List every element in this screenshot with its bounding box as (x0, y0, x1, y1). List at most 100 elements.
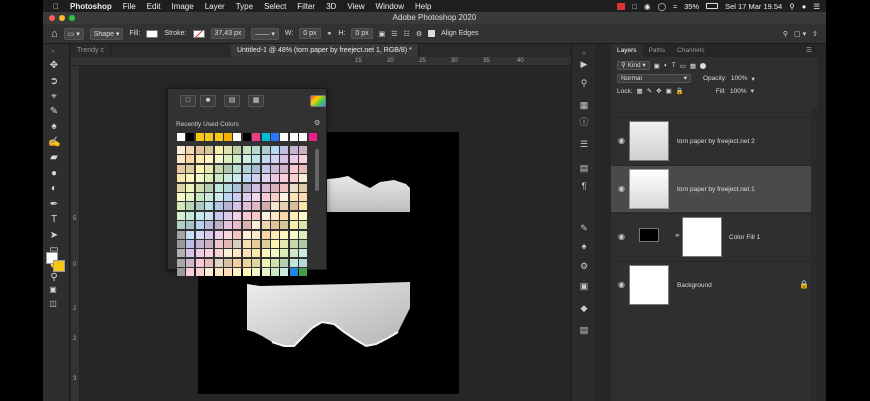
path-alignment-icon[interactable]: ☰ (391, 30, 397, 38)
recent-swatch[interactable] (205, 133, 214, 141)
palette-swatch[interactable] (280, 211, 289, 220)
palette-swatch[interactable] (252, 193, 261, 201)
palette-swatch[interactable] (195, 221, 204, 230)
palette-swatch[interactable] (261, 155, 270, 164)
palette-swatch[interactable] (214, 268, 223, 277)
palette-swatch[interactable] (242, 211, 251, 220)
recent-swatch[interactable] (233, 133, 242, 141)
stroke-swatch[interactable] (192, 29, 205, 38)
tab-trendy[interactable]: Trendy c (71, 44, 111, 57)
palette-swatch[interactable] (242, 221, 251, 230)
palette-swatch[interactable] (252, 268, 261, 277)
palette-swatch[interactable] (289, 230, 298, 239)
menu-extra-icon-3[interactable]: ◯ (658, 2, 666, 11)
palette-swatch[interactable] (186, 268, 195, 277)
palette-swatch[interactable] (261, 202, 270, 211)
palette-swatch[interactable] (261, 146, 270, 154)
palette-swatch[interactable] (186, 155, 195, 164)
kind-filter-select[interactable]: ⚲ Kind ▾ (617, 61, 650, 70)
apple-icon[interactable]:  (53, 2, 59, 11)
palette-swatch[interactable] (271, 202, 279, 211)
palette-swatch[interactable] (252, 211, 261, 220)
palette-swatch[interactable] (280, 146, 289, 154)
link-icon[interactable]: ⚭ (327, 30, 333, 38)
eraser-tool-icon[interactable]: ▰ (48, 152, 60, 164)
palette-swatch[interactable] (177, 193, 185, 201)
palette-swatch[interactable] (242, 146, 251, 154)
history-brush-tool-icon[interactable]: ✍ (48, 137, 60, 149)
palette-swatch[interactable] (177, 174, 185, 183)
palette-swatch[interactable] (261, 174, 270, 183)
palette-swatch[interactable] (233, 268, 242, 277)
palette-swatch[interactable] (233, 202, 242, 211)
quick-mask-icon[interactable]: ▣ (47, 284, 59, 296)
menu-edit[interactable]: Edit (147, 2, 161, 11)
menu-extra-icon-2[interactable]: ◉ (644, 2, 651, 11)
pen-tool-icon[interactable]: ✒ (48, 199, 60, 211)
layer-name[interactable]: torn paper by freeject.net 1 (677, 186, 755, 193)
palette-swatch[interactable] (280, 202, 289, 211)
fill-chevron-icon[interactable]: ▾ (751, 87, 754, 95)
lock-pixels-icon[interactable]: ✎ (647, 87, 652, 95)
palette-swatch[interactable] (195, 249, 204, 258)
blend-mode-select[interactable]: Normal ▾ (617, 74, 691, 83)
filter-adjustment-icon[interactable]: ◐ (664, 62, 668, 69)
palette-swatch[interactable] (177, 164, 185, 173)
palette-swatch[interactable] (242, 240, 251, 248)
palette-swatch[interactable] (299, 211, 308, 220)
palette-swatch[interactable] (177, 183, 185, 192)
palette-swatch[interactable] (195, 230, 204, 239)
palette-swatch[interactable] (252, 202, 261, 211)
palette-swatch[interactable] (233, 240, 242, 248)
align-edges-checkbox[interactable] (428, 30, 436, 37)
shape-mode-select[interactable]: Shape ▾ (89, 27, 124, 40)
clone-stamp-tool-icon[interactable]: ♠ (48, 121, 60, 133)
palette-swatch[interactable] (224, 230, 232, 239)
palette-swatch[interactable] (224, 211, 232, 220)
palette-swatch[interactable] (289, 240, 298, 248)
width-field[interactable]: 0 px (299, 28, 321, 39)
filter-pixel-icon[interactable]: ▣ (654, 62, 660, 70)
palette-swatch[interactable] (280, 221, 289, 230)
palette-swatch[interactable] (261, 221, 270, 230)
background-color[interactable] (53, 260, 65, 272)
palette-swatch[interactable] (242, 164, 251, 173)
info-panel-icon[interactable]: ⓘ (578, 116, 590, 128)
settings-gear-icon[interactable]: ⚙ (416, 30, 422, 38)
menu-extra-icon[interactable]: □ (632, 2, 637, 11)
palette-swatch[interactable] (195, 164, 204, 173)
recent-swatch[interactable] (214, 133, 223, 141)
palette-swatch[interactable] (280, 230, 289, 239)
palette-swatch[interactable] (271, 146, 279, 154)
recent-swatch[interactable] (224, 133, 232, 141)
palette-swatch[interactable] (252, 249, 261, 258)
menu-list-icon[interactable]: ☰ (813, 2, 820, 11)
palette-swatch[interactable] (271, 230, 279, 239)
menu-3d[interactable]: 3D (326, 2, 336, 11)
palette-swatch[interactable] (261, 230, 270, 239)
tab-untitled[interactable]: Untitled-1 @ 48% (torn paper by freeject… (230, 44, 419, 57)
palette-swatch[interactable] (177, 202, 185, 211)
swatch-settings-gear-icon[interactable]: ⚙ (314, 119, 320, 127)
palette-swatch[interactable] (177, 258, 185, 267)
layer-name[interactable]: Background (677, 282, 712, 289)
learn-panel-icon[interactable]: ⚲ (578, 77, 590, 89)
palette-swatch[interactable] (186, 230, 195, 239)
palette-swatch[interactable] (280, 183, 289, 192)
palette-swatch[interactable] (186, 258, 195, 267)
palette-swatch[interactable] (261, 249, 270, 258)
palette-swatch[interactable] (214, 174, 223, 183)
palette-swatch[interactable] (195, 268, 204, 277)
palette-swatch[interactable] (252, 240, 261, 248)
palette-swatch[interactable] (195, 240, 204, 248)
zoom-window-button[interactable] (69, 15, 75, 21)
palette-swatch[interactable] (252, 174, 261, 183)
user-icon[interactable]: ● (802, 2, 807, 11)
no-color-button[interactable]: □ (180, 95, 196, 107)
panel-menu-icon[interactable]: ☰ (806, 44, 812, 57)
recent-swatch[interactable] (261, 133, 270, 141)
palette-swatch[interactable] (177, 211, 185, 220)
menu-view[interactable]: View (347, 2, 364, 11)
palette-swatch[interactable] (271, 258, 279, 267)
palette-swatch[interactable] (299, 249, 308, 258)
